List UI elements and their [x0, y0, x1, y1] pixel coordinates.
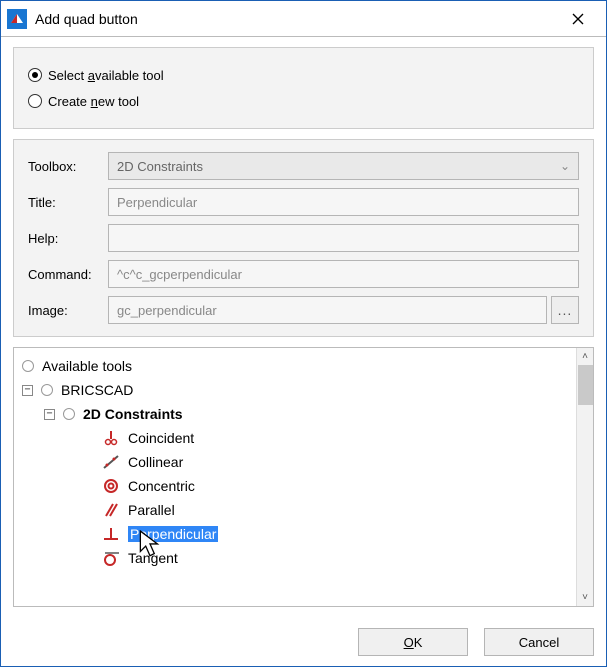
tree-bricscad-label: BRICSCAD — [61, 382, 133, 398]
tree-item-label: Parallel — [128, 502, 175, 518]
collapse-toggle-icon[interactable]: − — [22, 385, 33, 396]
tree-body[interactable]: Available tools − BRICSCAD − 2D Constrai… — [14, 348, 576, 606]
tree-item-coincident[interactable]: Coincident — [22, 426, 572, 450]
help-field[interactable] — [108, 224, 579, 252]
tangent-icon — [102, 549, 120, 567]
tree-item-perpendicular[interactable]: Perpendicular — [22, 522, 572, 546]
tree-root-label: Available tools — [42, 358, 132, 374]
scroll-thumb[interactable] — [578, 365, 593, 405]
node-bullet-icon — [63, 408, 75, 420]
close-icon — [572, 13, 584, 25]
radio-select-available[interactable]: Select available tool — [28, 62, 579, 88]
command-label: Command: — [28, 267, 108, 282]
tree-scrollbar[interactable]: ˄ ˅ — [576, 348, 593, 606]
tree-item-parallel[interactable]: Parallel — [22, 498, 572, 522]
perpendicular-icon — [102, 525, 120, 543]
radio-icon — [28, 68, 42, 82]
window-title: Add quad button — [35, 11, 558, 27]
node-bullet-icon — [41, 384, 53, 396]
close-button[interactable] — [558, 4, 598, 34]
tool-mode-group: Select available tool Create new tool — [13, 47, 594, 129]
image-label: Image: — [28, 303, 108, 318]
tree-item-tangent[interactable]: Tangent — [22, 546, 572, 570]
concentric-icon — [102, 477, 120, 495]
dialog-footer: OK Cancel — [13, 628, 594, 656]
bricscad-logo-icon — [7, 9, 27, 29]
tree-node-bricscad[interactable]: − BRICSCAD — [22, 378, 572, 402]
tree-item-label: Coincident — [128, 430, 194, 446]
toolbox-value: 2D Constraints — [117, 159, 203, 174]
image-value: gc_perpendicular — [117, 303, 217, 318]
tree-item-label: Perpendicular — [128, 526, 218, 542]
chevron-down-icon: ⌄ — [560, 159, 570, 173]
titlebar: Add quad button — [1, 1, 606, 37]
tree-item-label: Collinear — [128, 454, 183, 470]
cancel-button[interactable]: Cancel — [484, 628, 594, 656]
tree-item-label: Tangent — [128, 550, 178, 566]
command-value: ^c^c_gcperpendicular — [117, 267, 242, 282]
available-tools-tree: Available tools − BRICSCAD − 2D Constrai… — [13, 347, 594, 607]
radio-label: Select available tool — [48, 68, 164, 83]
node-bullet-icon — [22, 360, 34, 372]
scroll-down-icon[interactable]: ˅ — [582, 589, 588, 606]
tree-item-collinear[interactable]: Collinear — [22, 450, 572, 474]
parallel-icon — [102, 501, 120, 519]
scroll-up-icon[interactable]: ˄ — [582, 348, 588, 365]
tree-item-concentric[interactable]: Concentric — [22, 474, 572, 498]
tool-form: Toolbox: 2D Constraints ⌄ Title: Perpend… — [13, 139, 594, 337]
toolbox-dropdown[interactable]: 2D Constraints ⌄ — [108, 152, 579, 180]
radio-label: Create new tool — [48, 94, 139, 109]
tree-root[interactable]: Available tools — [22, 354, 572, 378]
coincident-icon — [102, 429, 120, 447]
cancel-label: Cancel — [519, 635, 559, 650]
radio-create-new[interactable]: Create new tool — [28, 88, 579, 114]
help-label: Help: — [28, 231, 108, 246]
command-field[interactable]: ^c^c_gcperpendicular — [108, 260, 579, 288]
ok-button[interactable]: OK — [358, 628, 468, 656]
title-field[interactable]: Perpendicular — [108, 188, 579, 216]
image-field[interactable]: gc_perpendicular — [108, 296, 547, 324]
collapse-toggle-icon[interactable]: − — [44, 409, 55, 420]
browse-label: ... — [558, 302, 573, 318]
radio-icon — [28, 94, 42, 108]
title-value: Perpendicular — [117, 195, 197, 210]
tree-item-label: Concentric — [128, 478, 195, 494]
ok-label: OK — [404, 635, 423, 650]
dialog-content: Select available tool Create new tool To… — [1, 37, 606, 619]
title-label: Title: — [28, 195, 108, 210]
image-browse-button[interactable]: ... — [551, 296, 579, 324]
tree-node-category[interactable]: − 2D Constraints — [22, 402, 572, 426]
collinear-icon — [102, 453, 120, 471]
tree-category-label: 2D Constraints — [83, 406, 183, 422]
toolbox-label: Toolbox: — [28, 159, 108, 174]
